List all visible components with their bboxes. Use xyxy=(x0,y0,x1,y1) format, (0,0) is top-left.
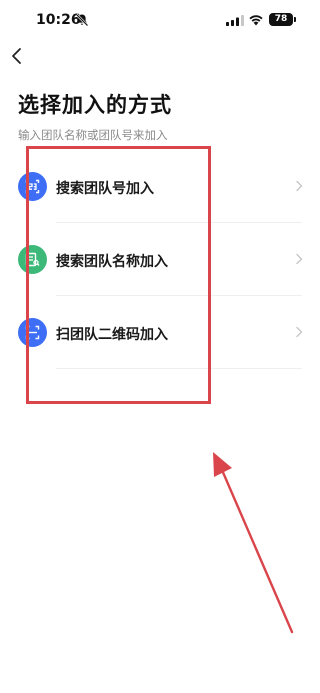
page-subtitle: 输入团队名称或团队号来加入 xyxy=(18,128,168,142)
cellular-signal-icon xyxy=(226,15,244,26)
status-time: 10:26 xyxy=(36,12,81,28)
divider xyxy=(56,368,302,369)
chevron-right-icon xyxy=(296,253,303,265)
option-label: 扫团队二维码加入 xyxy=(56,327,168,343)
search-team-name-option[interactable]: 搜索团队名称加入 xyxy=(0,223,320,296)
wifi-icon xyxy=(249,15,263,26)
team-name-icon xyxy=(18,245,47,274)
battery-tip xyxy=(294,17,296,22)
team-number-icon xyxy=(18,172,47,201)
chevron-right-icon xyxy=(296,326,303,338)
status-bar: 10:26 78 xyxy=(0,0,320,40)
bell-muted-icon xyxy=(75,13,89,27)
battery-indicator: 78 xyxy=(269,13,293,26)
back-button[interactable] xyxy=(6,44,28,68)
option-label: 搜索团队号加入 xyxy=(56,181,154,197)
option-label: 搜索团队名称加入 xyxy=(56,254,168,270)
page-title: 选择加入的方式 xyxy=(18,93,172,117)
chevron-right-icon xyxy=(296,180,303,192)
scan-team-qr-option[interactable]: 扫团队二维码加入 xyxy=(0,296,320,369)
scan-qr-icon xyxy=(18,318,47,347)
search-team-number-option[interactable]: 搜索团队号加入 xyxy=(0,150,320,223)
join-method-list: 搜索团队号加入 搜索团队名称加入 扫团队二维码加入 xyxy=(0,150,320,369)
